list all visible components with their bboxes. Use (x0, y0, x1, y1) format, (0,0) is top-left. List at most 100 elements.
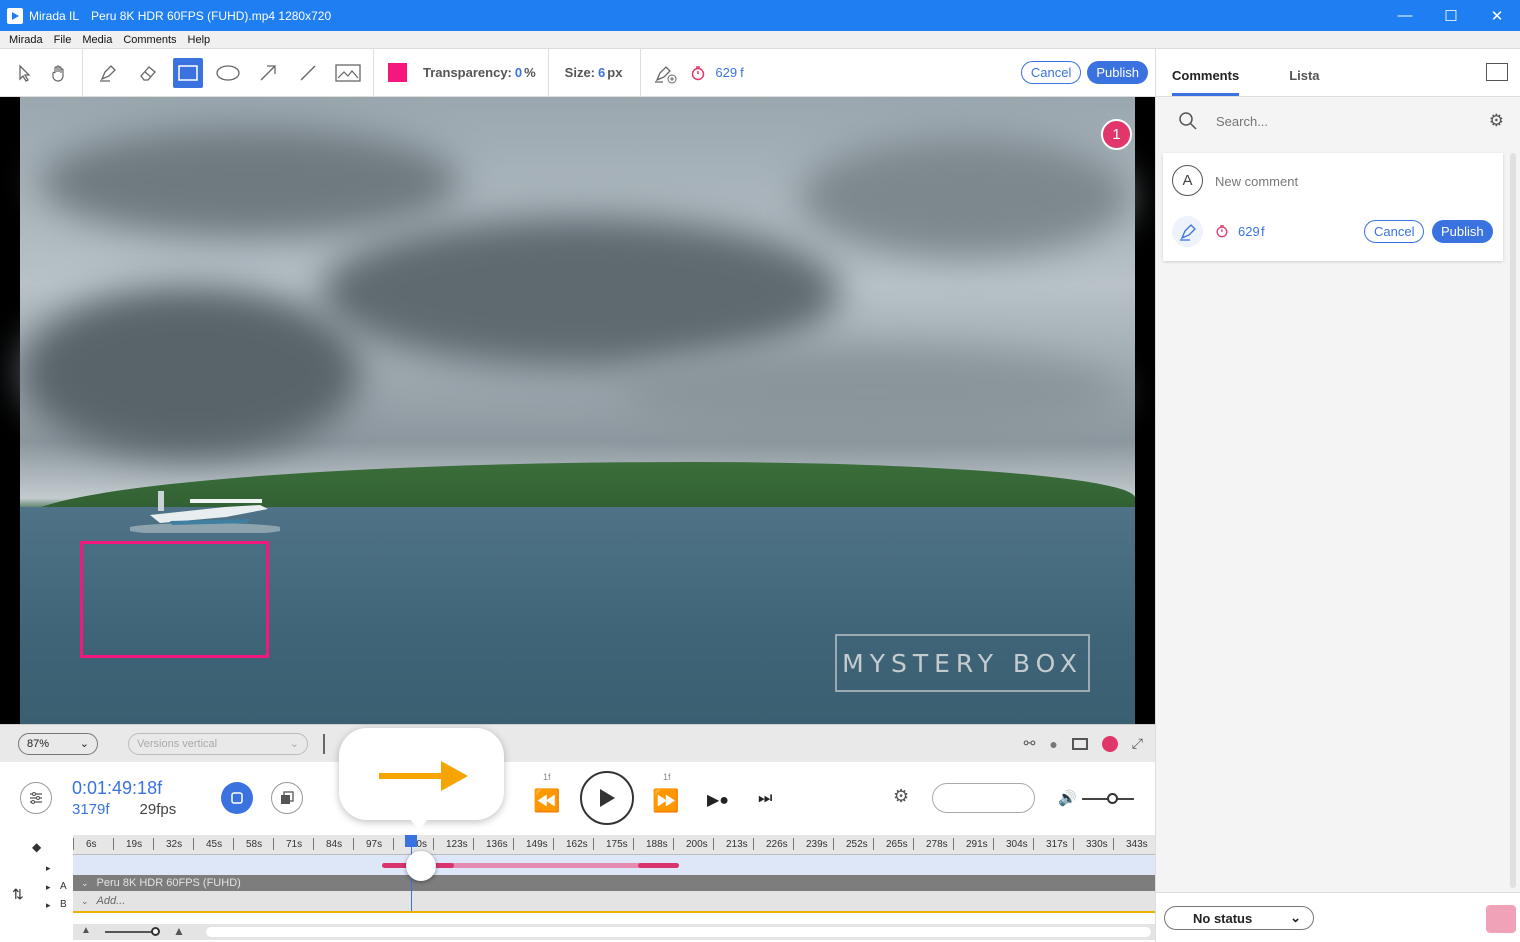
ruler-tick-line (73, 838, 74, 850)
color-swatch[interactable] (388, 63, 407, 82)
keyframe-icon[interactable]: ◆ (32, 840, 41, 854)
tab-lista[interactable]: Lista (1289, 68, 1319, 96)
pen-add-icon[interactable] (651, 58, 681, 88)
add-track[interactable]: Add... (97, 895, 126, 907)
tab-comments[interactable]: Comments (1172, 68, 1240, 96)
comment-publish-button[interactable]: Publish (1432, 220, 1493, 243)
expand-icon[interactable]: ▸ (46, 863, 51, 874)
eraser-tool-icon[interactable] (133, 58, 163, 88)
ruler-tick-label: 149s (526, 839, 548, 850)
zoom-select[interactable]: 87% ⌄ (18, 732, 98, 755)
horizontal-scrollbar[interactable] (206, 927, 1151, 937)
playhead-handle[interactable] (405, 835, 417, 847)
size-value[interactable]: 6 (598, 65, 605, 80)
transparency-value[interactable]: 0 (515, 65, 522, 80)
fast-forward-icon[interactable]: ⏩ (652, 788, 679, 814)
time-ruler[interactable]: 6s19s32s45s58s71s84s97s110s123s136s149s1… (73, 835, 1155, 855)
zoom-out-icon[interactable]: ▲ (81, 925, 91, 936)
expand-b-icon[interactable]: ▸ (46, 900, 51, 911)
menu-mirada[interactable]: Mirada (9, 34, 43, 46)
menu-media[interactable]: Media (82, 34, 112, 46)
comment-cancel-button[interactable]: Cancel (1364, 220, 1425, 243)
rectangle-annotation[interactable] (80, 541, 269, 658)
arrow-tool-icon[interactable] (253, 58, 283, 88)
logout-icon[interactable] (1486, 905, 1516, 933)
ruler-tick-line (193, 838, 194, 850)
layers-icon[interactable] (271, 782, 303, 814)
annotation-track[interactable] (73, 855, 1155, 875)
play-button[interactable] (580, 771, 634, 825)
close-button[interactable]: ✕ (1474, 0, 1520, 31)
ruler-tick-line (713, 838, 714, 850)
ruler-tick-line (633, 838, 634, 850)
ruler-tick-label: 304s (1006, 839, 1028, 850)
panel-scrollbar[interactable] (1510, 153, 1516, 888)
video-viewer[interactable]: MYSTERY BOX 1 (0, 97, 1155, 724)
step-back-label: 1f (543, 772, 551, 782)
ruler-tick-label: 32s (166, 839, 183, 850)
timeline[interactable]: ◆ 6s19s32s45s58s71s84s97s110s123s136s149… (0, 834, 1155, 942)
view-bar: 87% ⌄ Versions vertical ⌄ ⚯ ● ⤢ (0, 724, 1155, 762)
ruler-tick-label: 58s (246, 839, 263, 850)
color-icon[interactable]: ● (1049, 736, 1057, 752)
ruler-tick-line (153, 838, 154, 850)
versions-select[interactable]: Versions vertical ⌄ (128, 732, 308, 755)
new-comment-input[interactable]: New comment (1215, 174, 1298, 189)
status-select[interactable]: No status ⌄ (1164, 906, 1314, 930)
ellipse-tool-icon[interactable] (213, 58, 243, 88)
ruler-tick-label: 6s (86, 839, 97, 850)
video-track[interactable]: ⌄ Peru 8K HDR 60FPS (FUHD) (73, 875, 1155, 891)
image-tool-icon[interactable] (333, 58, 363, 88)
minimize-button[interactable]: — (1382, 0, 1428, 31)
rewind-icon[interactable]: ⏪ (533, 788, 560, 814)
rating-toggle[interactable] (932, 783, 1035, 813)
screen-icon[interactable] (1071, 737, 1088, 750)
skip-end-icon[interactable]: ⏭ (758, 790, 772, 808)
publish-button[interactable]: Publish (1087, 61, 1148, 84)
drag-cursor-icon (406, 851, 436, 881)
menu-help[interactable]: Help (188, 34, 211, 46)
pen-tool-icon[interactable] (93, 58, 123, 88)
line-tool-icon[interactable] (293, 58, 323, 88)
playback-settings-icon[interactable]: ⚙ (893, 786, 909, 807)
ruler-tick-line (833, 838, 834, 850)
select-tool-icon[interactable] (10, 58, 40, 88)
ruler-tick-line (513, 838, 514, 850)
expand-a-icon[interactable]: ▸ (46, 882, 51, 893)
ruler-tick-line (553, 838, 554, 850)
menu-comments[interactable]: Comments (123, 34, 176, 46)
zoom-in-icon[interactable]: ▲ (173, 924, 185, 938)
new-comment-card: A New comment 629 f Cancel Publish (1163, 153, 1503, 261)
zoom-slider[interactable] (105, 931, 155, 933)
ruler-tick-line (673, 838, 674, 850)
frame-count: 3179f (72, 801, 110, 818)
compare-icon[interactable]: ⚯ (1024, 735, 1036, 752)
next-marker-icon[interactable]: ▶● (707, 790, 729, 810)
fullscreen-icon[interactable]: ⤢ (1132, 735, 1143, 752)
gear-icon[interactable]: ⚙ (1489, 111, 1504, 131)
step-fwd-label: 1f (663, 772, 671, 782)
hand-tool-icon[interactable] (44, 58, 74, 88)
seaplane-image (130, 491, 280, 533)
split-view-icon[interactable] (323, 733, 341, 754)
chevron-down-icon: ⌄ (1290, 910, 1301, 925)
cancel-button[interactable]: Cancel (1020, 61, 1082, 84)
maximize-button[interactable]: ☐ (1428, 0, 1474, 31)
volume-icon[interactable]: 🔊 (1058, 789, 1077, 807)
empty-track[interactable]: ⌄ Add... (73, 891, 1155, 913)
volume-knob[interactable] (1107, 793, 1118, 804)
size-unit: px (607, 65, 623, 80)
loop-icon[interactable] (221, 782, 253, 814)
swap-tracks-icon[interactable]: ⇅ (12, 886, 24, 903)
eye-icon[interactable] (1101, 735, 1118, 752)
rectangle-tool-icon[interactable] (173, 57, 203, 88)
fps: 29fps (139, 801, 177, 818)
collapse-panel-icon[interactable] (1486, 63, 1508, 81)
settings-sliders-icon[interactable] (20, 782, 52, 814)
comment-marker[interactable]: 1 (1101, 119, 1132, 150)
drag-hint-callout (339, 728, 504, 830)
menu-file[interactable]: File (54, 34, 72, 46)
search-input[interactable] (1216, 113, 1466, 129)
zoom-knob[interactable] (151, 927, 160, 936)
ruler-tick-line (1073, 838, 1074, 850)
